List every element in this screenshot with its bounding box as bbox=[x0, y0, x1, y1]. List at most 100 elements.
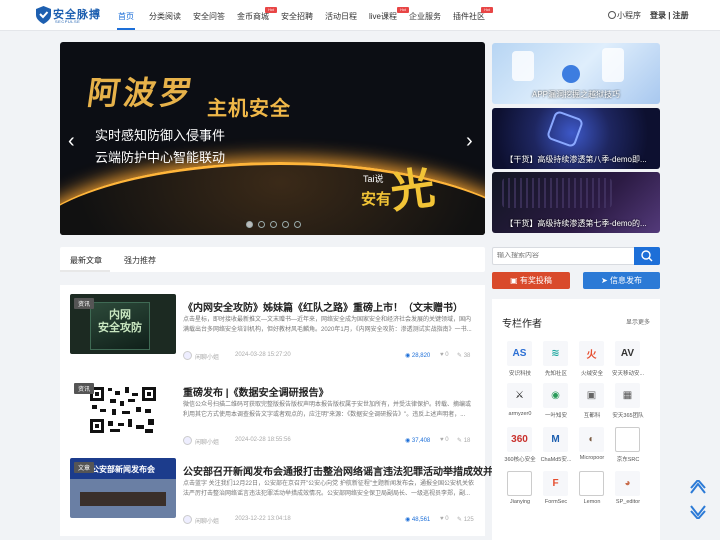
author-item[interactable]: 京东SRC bbox=[610, 427, 646, 465]
author-name[interactable]: ChaMd5安... bbox=[538, 455, 574, 463]
author-avatar[interactable] bbox=[615, 427, 640, 452]
submit-article-button[interactable]: ▣ 有奖投稿 bbox=[492, 272, 570, 289]
article-likes[interactable]: ♥ 0 bbox=[440, 437, 449, 443]
author-avatar[interactable]: ▦ bbox=[615, 383, 640, 408]
hero-carousel[interactable]: 阿波罗 主机安全 实时感知防御入侵事件 云端防护中心智能联动 Tai说 安有 光… bbox=[60, 42, 485, 235]
login-register-link[interactable]: 登录 | 注册 bbox=[650, 10, 689, 21]
mini-program-link[interactable]: 小程序 bbox=[608, 10, 641, 21]
author-item[interactable]: ▣ 互都科 bbox=[574, 383, 610, 421]
author-name[interactable]: Jianying bbox=[502, 499, 538, 505]
author-item[interactable]: 火火绒安全 bbox=[574, 341, 610, 379]
nav-item[interactable]: 分类阅读 bbox=[149, 11, 181, 22]
nav-item[interactable]: 安全问答 bbox=[193, 11, 225, 22]
author-item[interactable]: ⚔ armyzer0 bbox=[502, 383, 538, 421]
author-avatar[interactable] bbox=[507, 471, 532, 496]
author-name[interactable]: 京东SRC bbox=[610, 455, 646, 463]
author-name[interactable]: FormSec bbox=[538, 499, 574, 505]
publish-info-label: 信息发布 bbox=[609, 276, 642, 285]
article-author[interactable]: 闲聊小姐 bbox=[195, 437, 219, 446]
author-item[interactable]: ◐ Micropoor bbox=[574, 427, 610, 465]
nav-item[interactable]: 金币商城 bbox=[237, 11, 269, 22]
scroll-bottom-icon[interactable] bbox=[688, 503, 708, 519]
author-item[interactable]: F FormSec bbox=[538, 471, 574, 509]
author-avatar[interactable]: 火 bbox=[579, 341, 604, 366]
author-avatar[interactable]: ◐ bbox=[579, 427, 604, 452]
author-name[interactable]: 火绒安全 bbox=[574, 369, 610, 377]
article-title[interactable]: 《内网安全攻防》姊妹篇《红队之路》重磅上市！（文末赠书） bbox=[183, 299, 463, 314]
author-name[interactable]: Lemon bbox=[574, 499, 610, 505]
author-avatar[interactable]: ◉ bbox=[543, 383, 568, 408]
featured-thumb[interactable]: APP漏洞挖掘之越狱技巧 bbox=[492, 43, 660, 104]
article-card[interactable]: 公安部新闻发布会 文章 公安部召开新闻发布会通报打击整治网络谣言违法犯罪活动举措… bbox=[60, 449, 501, 536]
article-author[interactable]: 闲聊小姐 bbox=[195, 516, 219, 525]
nav-item[interactable]: 安全招聘 bbox=[281, 11, 313, 22]
author-avatar[interactable]: AS bbox=[507, 341, 532, 366]
author-name[interactable]: Micropoor bbox=[574, 455, 610, 461]
carousel-dot[interactable] bbox=[258, 221, 265, 228]
carousel-dot[interactable] bbox=[294, 221, 301, 228]
author-avatar[interactable]: M bbox=[543, 427, 568, 452]
author-name[interactable]: 安天移动安... bbox=[610, 369, 646, 377]
nav-item[interactable]: live课程 bbox=[369, 11, 397, 22]
author-item[interactable]: Jianying bbox=[502, 471, 538, 509]
author-item[interactable]: AS 安识科技 bbox=[502, 341, 538, 379]
author-name[interactable]: 安天365团队 bbox=[610, 411, 646, 419]
site-logo[interactable]: 安全脉搏 SECPULSE bbox=[36, 6, 102, 26]
author-name[interactable]: 互都科 bbox=[574, 411, 610, 419]
article-comments[interactable]: ✎ 18 bbox=[457, 437, 470, 444]
nav-item[interactable]: 活动日程 bbox=[325, 11, 357, 22]
author-item[interactable]: ◕ SP_editor bbox=[610, 471, 646, 509]
tab-recommended[interactable]: 强力推荐 bbox=[124, 255, 156, 266]
author-avatar[interactable]: F bbox=[543, 471, 568, 496]
publish-info-button[interactable]: ➤ 信息发布 bbox=[583, 272, 660, 289]
article-likes[interactable]: ♥ 0 bbox=[440, 352, 449, 358]
author-name[interactable]: 一叶知安 bbox=[538, 411, 574, 419]
author-avatar[interactable]: ≋ bbox=[543, 341, 568, 366]
carousel-dot[interactable] bbox=[282, 221, 289, 228]
article-title[interactable]: 重磅发布 |《数据安全调研报告》 bbox=[183, 384, 329, 399]
author-avatar[interactable]: ▣ bbox=[579, 383, 604, 408]
carousel-dot[interactable] bbox=[270, 221, 277, 228]
article-comments[interactable]: ✎ 38 bbox=[457, 352, 470, 359]
author-avatar[interactable]: AV bbox=[615, 341, 640, 366]
article-title[interactable]: 公安部召开新闻发布会通报打击整治网络谣言违法犯罪活动举措成效并... bbox=[183, 463, 501, 478]
search-input[interactable] bbox=[497, 252, 627, 259]
author-avatar[interactable]: ◕ bbox=[615, 471, 640, 496]
carousel-dot[interactable] bbox=[246, 221, 253, 228]
nav-item[interactable]: 首页 bbox=[118, 11, 134, 22]
author-avatar[interactable] bbox=[183, 436, 192, 445]
author-item[interactable]: M ChaMd5安... bbox=[538, 427, 574, 465]
author-item[interactable]: 360 360核心安全 bbox=[502, 427, 538, 465]
article-author[interactable]: 闲聊小姐 bbox=[195, 352, 219, 361]
author-item[interactable]: ◉ 一叶知安 bbox=[538, 383, 574, 421]
author-avatar[interactable]: ⚔ bbox=[507, 383, 532, 408]
tab-latest[interactable]: 最新文章 bbox=[70, 255, 102, 266]
author-name[interactable]: 安识科技 bbox=[502, 369, 538, 377]
author-avatar[interactable]: 360 bbox=[507, 427, 532, 452]
author-name[interactable]: 先知社区 bbox=[538, 369, 574, 377]
featured-thumb[interactable]: 【干货】高级持续渗透第七季-demo的... bbox=[492, 172, 660, 233]
author-item[interactable]: ▦ 安天365团队 bbox=[610, 383, 646, 421]
search-button[interactable] bbox=[634, 247, 660, 265]
author-avatar[interactable] bbox=[183, 351, 192, 360]
featured-thumb[interactable]: 【干货】高级持续渗透第八季-demo即... bbox=[492, 108, 660, 169]
author-name[interactable]: armyzer0 bbox=[502, 411, 538, 417]
article-likes[interactable]: ♥ 0 bbox=[440, 516, 449, 522]
author-avatar[interactable] bbox=[579, 471, 604, 496]
show-more-link[interactable]: 显示更多 bbox=[626, 317, 650, 326]
carousel-next-arrow-icon[interactable]: › bbox=[466, 130, 473, 153]
author-item[interactable]: Lemon bbox=[574, 471, 610, 509]
article-card[interactable]: 内网 安全攻防 资讯 《内网安全攻防》姊妹篇《红队之路》重磅上市！（文末赠书） 点… bbox=[60, 285, 485, 372]
carousel-prev-arrow-icon[interactable]: ‹ bbox=[68, 130, 75, 153]
author-item[interactable]: AV 安天移动安... bbox=[610, 341, 646, 379]
scroll-top-icon[interactable] bbox=[688, 480, 708, 496]
nav-item[interactable]: 企业服务 bbox=[409, 11, 441, 22]
article-date: 2024-02-28 18:55:56 bbox=[235, 437, 291, 443]
author-name[interactable]: 360核心安全 bbox=[502, 455, 538, 463]
article-comments[interactable]: ✎ 125 bbox=[457, 516, 474, 523]
article-card[interactable]: 资讯 重磅发布 |《数据安全调研报告》 微信公众号扫描二维码可获取完整版报告版权… bbox=[60, 370, 485, 457]
nav-item[interactable]: 插件社区 bbox=[453, 11, 485, 22]
author-avatar[interactable] bbox=[183, 515, 192, 524]
author-item[interactable]: ≋ 先知社区 bbox=[538, 341, 574, 379]
author-name[interactable]: SP_editor bbox=[610, 499, 646, 505]
